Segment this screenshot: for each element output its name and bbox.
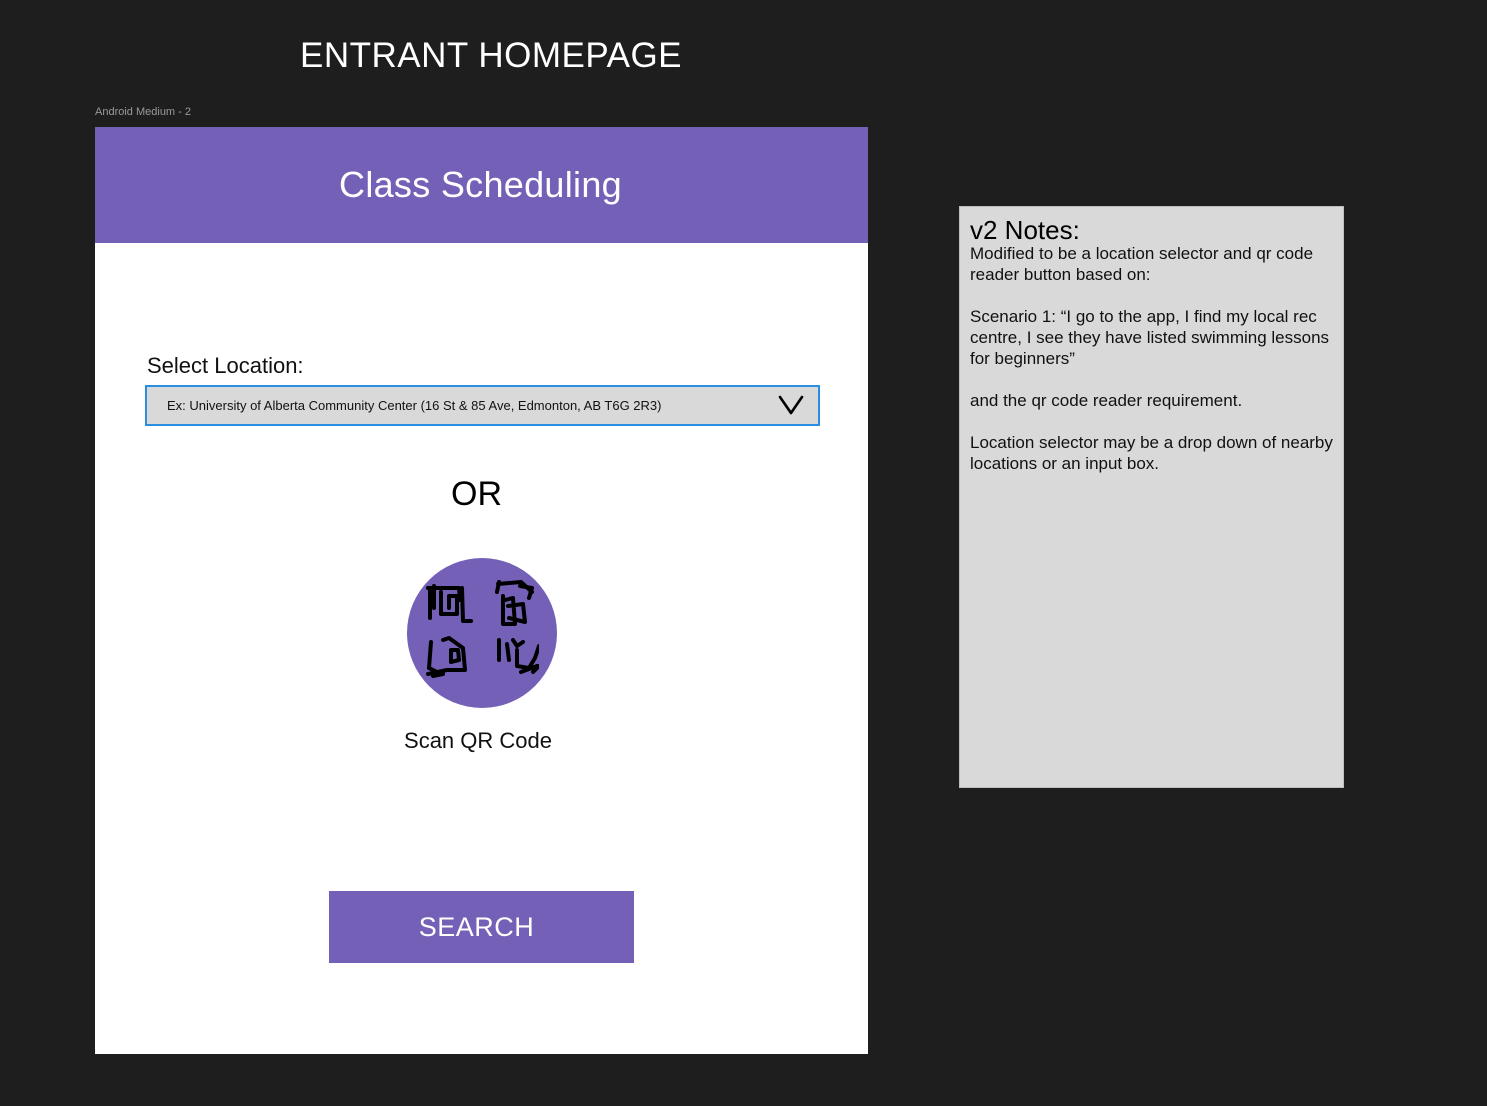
frame-label[interactable]: Android Medium - 2 — [95, 106, 191, 118]
chevron-down-icon — [778, 395, 804, 415]
or-divider-text: OR — [451, 475, 502, 513]
notes-paragraph: Scenario 1: “I go to the app, I find my … — [970, 307, 1330, 368]
notes-paragraph: and the qr code reader requirement. — [970, 391, 1243, 410]
scan-qr-button[interactable] — [407, 558, 557, 708]
location-select[interactable]: Ex: University of Alberta Community Cent… — [145, 385, 820, 426]
location-select-value: Ex: University of Alberta Community Cent… — [167, 398, 662, 413]
scan-qr-label: Scan QR Code — [404, 728, 552, 753]
notes-body: Modified to be a location selector and q… — [970, 243, 1333, 474]
search-button-label: SEARCH — [418, 911, 535, 942]
notes-title: v2 Notes: — [970, 215, 1080, 245]
phone-frame: Class Scheduling Select Location: Ex: Un… — [95, 127, 868, 1054]
select-location-label: Select Location: — [147, 353, 304, 378]
app-title: Class Scheduling — [339, 164, 622, 205]
qr-code-icon — [426, 580, 539, 678]
notes-panel: v2 Notes: Modified to be a location sele… — [959, 206, 1344, 788]
search-button[interactable]: SEARCH — [329, 891, 634, 963]
notes-paragraph: Modified to be a location selector and q… — [970, 244, 1314, 284]
notes-paragraph: Location selector may be a drop down of … — [970, 433, 1333, 473]
design-canvas: ENTRANT HOMEPAGE Android Medium - 2 Clas… — [0, 0, 1487, 1106]
app-header: Class Scheduling — [95, 127, 868, 243]
page-heading: ENTRANT HOMEPAGE — [300, 36, 683, 75]
